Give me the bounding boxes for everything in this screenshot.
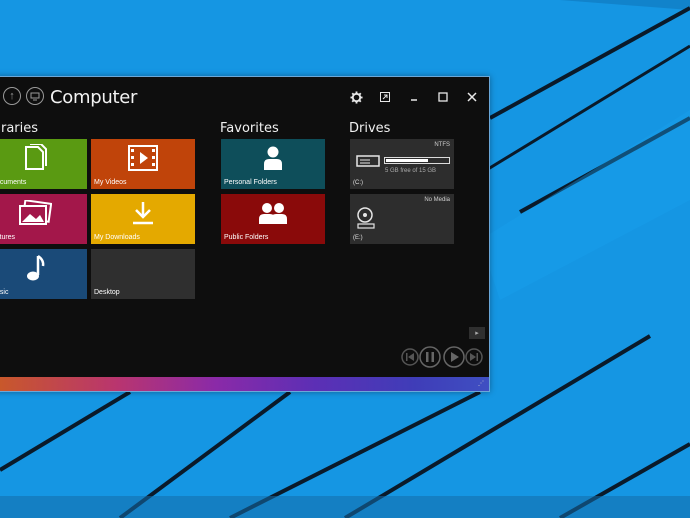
optical-drive-icon (357, 207, 375, 229)
tile-label: Desktop (94, 289, 120, 296)
drive-filesystem: No Media (424, 197, 450, 203)
tile-personal-folders[interactable]: Personal Folders (221, 139, 325, 189)
documents-icon (0, 144, 87, 172)
libraries-heading: raries (1, 121, 39, 136)
tile-my-downloads[interactable]: My Downloads (91, 194, 195, 244)
tile-pictures[interactable]: ctures (0, 194, 87, 244)
tile-public-folders[interactable]: Public Folders (221, 194, 325, 244)
person-icon (221, 144, 325, 172)
back-arrow-icon[interactable]: ↑ (3, 87, 21, 105)
people-icon (221, 199, 325, 227)
computer-window: ↑ Computer raries Favorites Drives ocume… (0, 76, 490, 392)
minimize-icon[interactable] (404, 87, 424, 107)
tile-label: Personal Folders (224, 179, 277, 186)
computer-icon[interactable] (26, 87, 44, 105)
close-icon[interactable] (462, 87, 482, 107)
tile-label: My Downloads (94, 234, 140, 241)
pause-icon[interactable] (419, 346, 441, 368)
tile-label: usic (0, 289, 9, 296)
play-icon[interactable] (443, 346, 465, 368)
settings-gear-icon[interactable] (346, 87, 366, 107)
title-bar[interactable]: ↑ Computer (0, 77, 489, 117)
tile-desktop[interactable]: Desktop (91, 249, 195, 299)
maximize-icon[interactable] (433, 87, 453, 107)
resize-grip-icon[interactable]: ⋰ (478, 380, 486, 388)
pictures-icon (0, 199, 87, 227)
drive-free-space: 5 GB free of 15 GB (385, 168, 437, 174)
favorites-heading: Favorites (220, 121, 279, 136)
music-icon (0, 254, 87, 282)
tile-music[interactable]: usic (0, 249, 87, 299)
tile-label: My Videos (94, 179, 127, 186)
drive-letter: (C:) (353, 180, 363, 186)
hard-drive-icon (356, 155, 380, 167)
drive-letter: (E:) (353, 235, 363, 241)
drive-usage-fill (386, 159, 428, 162)
tile-documents[interactable]: ocuments (0, 139, 87, 189)
accent-gradient-bar (0, 377, 489, 391)
video-icon (91, 144, 195, 172)
download-icon (91, 199, 195, 227)
tile-label: ctures (0, 234, 16, 241)
tile-my-videos[interactable]: My Videos (91, 139, 195, 189)
drive-filesystem: NTFS (434, 142, 450, 148)
drive-c[interactable]: NTFS 5 GB free of 15 GB (C:) (350, 139, 454, 189)
open-external-icon[interactable] (375, 87, 395, 107)
skip-back-icon[interactable] (401, 348, 419, 366)
tile-label: ocuments (0, 179, 27, 186)
scroll-right-button[interactable]: ▸ (469, 327, 485, 339)
taskbar[interactable] (0, 496, 690, 518)
drives-heading: Drives (349, 121, 391, 136)
drive-e[interactable]: No Media (E:) (350, 194, 454, 244)
window-title: Computer (50, 87, 138, 108)
drive-usage-bar (384, 157, 450, 164)
skip-forward-icon[interactable] (465, 348, 483, 366)
tile-label: Public Folders (224, 234, 269, 241)
